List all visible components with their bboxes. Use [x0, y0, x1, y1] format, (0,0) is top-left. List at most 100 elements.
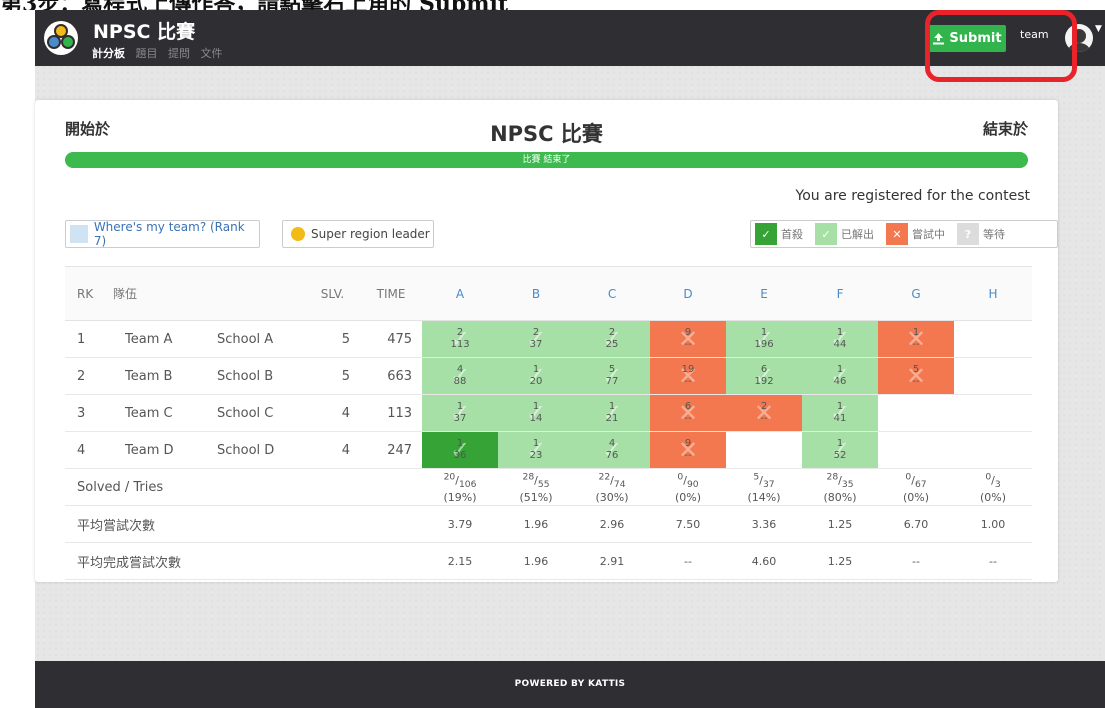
team-name-cell[interactable]: Team C — [113, 394, 205, 432]
solve-time: 14 — [529, 413, 543, 424]
tries-count: 55 — [537, 478, 550, 490]
tries-count: 1 — [532, 401, 540, 412]
problem-header[interactable]: B — [498, 266, 575, 321]
team-name-cell[interactable]: Team B — [113, 357, 205, 395]
problem-result-cell: ✕ 1 -- — [878, 320, 955, 358]
chevron-down-icon[interactable]: ▼ — [1095, 24, 1102, 34]
problem-result-cell — [878, 431, 955, 469]
summary-value-cell: 20/106 (19%) — [422, 468, 499, 506]
problem-result-cell — [954, 357, 1033, 395]
team-name-cell[interactable]: Team A — [113, 320, 205, 358]
summary-label: Solved / Tries — [65, 468, 423, 506]
nav-link-problems[interactable]: 題目 — [136, 47, 158, 60]
tries-count: 74 — [613, 478, 626, 490]
summary-value-cell: 1.96 — [498, 505, 575, 543]
summary-label: 平均嘗試次數 — [65, 505, 423, 543]
school-cell: School D — [205, 431, 306, 469]
solve-time: -- — [684, 376, 692, 387]
solve-percent: (0%) — [979, 490, 1007, 504]
find-my-team-button[interactable]: Where's my team? (Rank 7) — [65, 220, 260, 248]
solve-time: 88 — [453, 376, 467, 387]
solved-tries-fraction: 0/90 — [677, 471, 699, 490]
nav-link-docs[interactable]: 文件 — [201, 47, 223, 60]
solve-percent: (19%) — [443, 490, 477, 504]
time-header[interactable]: TIME — [360, 266, 423, 321]
solved-tries-fraction: 5/37 — [753, 471, 775, 490]
table-row[interactable]: 3 Team C School C 4 113 ✓ 1 37 ✓ 1 14 ✓ 1 21 ✕ 6 -- ✕ 2 -- ✓… — [65, 394, 1033, 432]
super-region-leader-button[interactable]: Super region leader — [282, 220, 434, 248]
scoreboard-table: RK 隊伍 SLV. TIME A B C D E F G H 1 Team AS… — [65, 266, 1033, 580]
tries-count: 5 — [912, 364, 920, 375]
penalty-time-cell: 113 — [360, 394, 423, 432]
legend-pending: ? 等待 — [957, 223, 1005, 245]
solved-count: 22 — [598, 471, 611, 483]
problem-result-cell: ✕ 19 -- — [650, 357, 727, 395]
legend-attempted: ✕ 嘗試中 — [886, 223, 945, 245]
problem-result-cell: ✓ 1 23 — [498, 431, 575, 469]
rank-cell: 2 — [65, 357, 113, 395]
solve-time: 196 — [754, 339, 774, 350]
solve-percent: (51%) — [519, 490, 553, 504]
summary-value-cell: 22/74 (30%) — [574, 468, 651, 506]
problem-header[interactable]: A — [422, 266, 499, 321]
summary-value-cell: 1.96 — [498, 542, 575, 580]
rank-header[interactable]: RK — [65, 266, 113, 321]
tries-count: 90 — [686, 478, 699, 490]
solved-count-cell: 4 — [305, 394, 361, 432]
tries-count: 1 — [456, 401, 464, 412]
solve-percent: (80%) — [823, 490, 857, 504]
table-row[interactable]: 4 Team D School D 4 247 ✓ 1 36 ✓ 1 23 ✓ 4 76 ✕ 9 -- ✓ 1 52 — [65, 431, 1033, 469]
solve-time: 37 — [453, 413, 467, 424]
solve-time: 41 — [833, 413, 847, 424]
nav-link-scoreboard[interactable]: 計分板 — [92, 47, 125, 60]
solved-tries-fraction: 28/55 — [522, 471, 550, 490]
problem-header[interactable]: C — [574, 266, 651, 321]
nav-link-clarifications[interactable]: 提問 — [168, 47, 190, 60]
solved-header[interactable]: SLV. — [305, 266, 361, 321]
summary-value-cell: 0/90 (0%) — [650, 468, 727, 506]
problem-header[interactable]: G — [878, 266, 955, 321]
problem-header[interactable]: E — [726, 266, 803, 321]
team-header[interactable]: 隊伍 — [113, 266, 306, 321]
problem-result-cell: ✓ 1 41 — [802, 394, 879, 432]
footer-powered-by: POWERED BY KATTIS — [35, 661, 1105, 708]
summary-value-cell: 3.36 — [726, 505, 803, 543]
legend-first-solve: ✓ 首殺 — [755, 223, 803, 245]
team-name-cell[interactable]: Team D — [113, 431, 205, 469]
problem-result-cell: ✕ 6 -- — [650, 394, 727, 432]
tries-count: 6 — [684, 401, 692, 412]
problem-result-cell — [726, 431, 803, 469]
table-row[interactable]: 2 Team B School B 5 663 ✓ 4 88 ✓ 1 20 ✓ 5 77 ✕ 19 -- ✓ 6 19… — [65, 357, 1033, 395]
problem-result-cell — [954, 394, 1033, 432]
solve-time: -- — [912, 339, 920, 350]
problem-header[interactable]: H — [954, 266, 1033, 321]
tries-count: 106 — [458, 478, 477, 490]
problem-result-cell: ✕ 9 -- — [650, 431, 727, 469]
table-row[interactable]: 1 Team A School A 5 475 ✓ 2 113 ✓ 2 37 ✓ 2 25 ✕ 9 -- ✓ 1 19… — [65, 320, 1033, 358]
problem-result-cell: ✕ 9 -- — [650, 320, 727, 358]
tries-count: 9 — [684, 327, 692, 338]
summary-value-cell: 7.50 — [650, 505, 727, 543]
problem-result-cell: ✓ 1 52 — [802, 431, 879, 469]
summary-value-cell: 2.15 — [422, 542, 499, 580]
solve-time: 44 — [833, 339, 847, 350]
solve-percent: (30%) — [595, 490, 629, 504]
problem-header[interactable]: F — [802, 266, 879, 321]
tries-count: 37 — [762, 478, 775, 490]
summary-value-cell: 4.60 — [726, 542, 803, 580]
summary-value-cell: 28/55 (51%) — [498, 468, 575, 506]
school-cell: School A — [205, 320, 306, 358]
tries-count: 1 — [760, 327, 768, 338]
summary-value-cell: -- — [878, 542, 955, 580]
solved-count: 5 — [753, 471, 760, 483]
solved-count-cell: 5 — [305, 320, 361, 358]
legend-label: 嘗試中 — [912, 228, 945, 241]
kattis-logo-icon[interactable] — [43, 20, 79, 56]
problem-header[interactable]: D — [650, 266, 727, 321]
tries-count: 35 — [841, 478, 854, 490]
summary-value-cell: 5/37 (14%) — [726, 468, 803, 506]
rank-cell: 3 — [65, 394, 113, 432]
tries-count: 6 — [760, 364, 768, 375]
contest-brand-title[interactable]: NPSC 比賽 — [93, 17, 195, 44]
submit-highlight-annotation — [925, 10, 1077, 82]
